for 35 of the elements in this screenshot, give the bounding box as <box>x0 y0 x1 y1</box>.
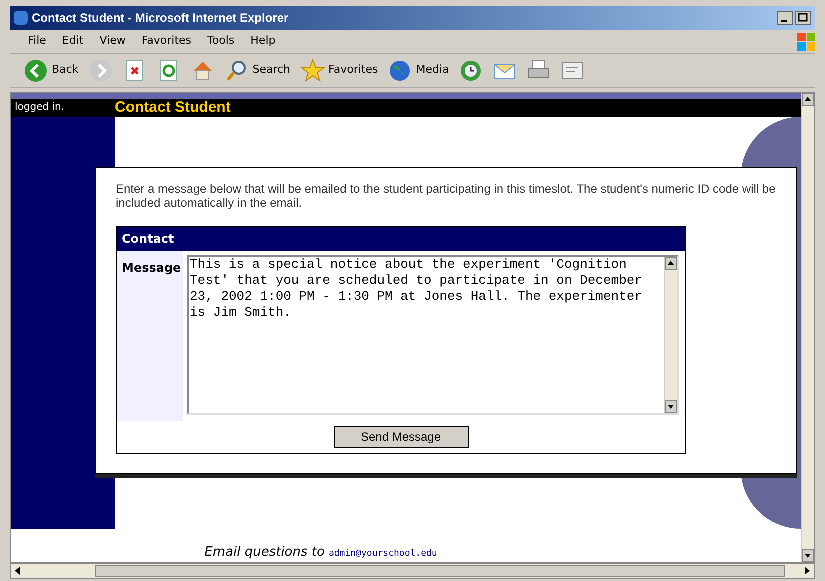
scroll-down-icon[interactable] <box>802 549 814 562</box>
menu-item[interactable]: File <box>28 33 46 50</box>
menu-item[interactable]: Help <box>250 33 276 50</box>
globe-icon[interactable] <box>388 58 412 82</box>
menu-item[interactable]: View <box>100 33 126 50</box>
page-title: Contact Student <box>115 98 231 118</box>
vertical-scrollbar[interactable] <box>801 93 814 562</box>
toolbar-label[interactable]: Media <box>416 62 450 79</box>
scroll-down-icon[interactable] <box>665 400 677 413</box>
menu-item[interactable]: Tools <box>208 33 235 50</box>
message-field[interactable]: This is a special notice about the experiment 'Cognition Test' that you are scheduled to participate in on December 23, 2002 1:00 PM - 1:30 PM at Jones Hall. The experimenter is Jim Smith. <box>187 255 679 415</box>
scroll-up-icon[interactable] <box>665 257 677 270</box>
field-label: Message <box>122 261 182 275</box>
maximize-icon[interactable] <box>795 11 811 25</box>
minimize-icon[interactable] <box>777 11 793 25</box>
toolbar-label[interactable]: Search <box>252 62 291 79</box>
email-link[interactable]: admin@yourschool.edu <box>328 548 438 561</box>
vertical-scrollbar[interactable] <box>664 257 677 413</box>
star-icon[interactable] <box>300 58 325 82</box>
form-heading: Contact <box>117 227 685 251</box>
scroll-thumb[interactable] <box>95 565 785 577</box>
windows-logo-icon <box>797 32 815 50</box>
toolbar-label[interactable]: Favorites <box>328 62 378 79</box>
window-title: Contact Student - Microsoft Internet Explorer <box>32 10 289 27</box>
intro-text: Enter a message below that will be emailed to the student participating in this timeslot. The student's numeric ID code will be included automatically in the email. <box>116 182 776 210</box>
toolbar-label[interactable]: Back <box>52 62 79 79</box>
menu-item[interactable]: Edit <box>62 33 84 50</box>
footer-text: Email questions to <box>204 544 325 562</box>
send-message-button[interactable]: Send Message <box>334 426 468 448</box>
scroll-up-icon[interactable] <box>802 93 814 106</box>
login-status: logged in. <box>14 101 66 116</box>
history-icon[interactable] <box>459 58 484 82</box>
menu-item[interactable]: Favorites <box>142 33 192 50</box>
search-icon[interactable] <box>224 58 249 82</box>
horizontal-scrollbar[interactable] <box>10 563 815 579</box>
